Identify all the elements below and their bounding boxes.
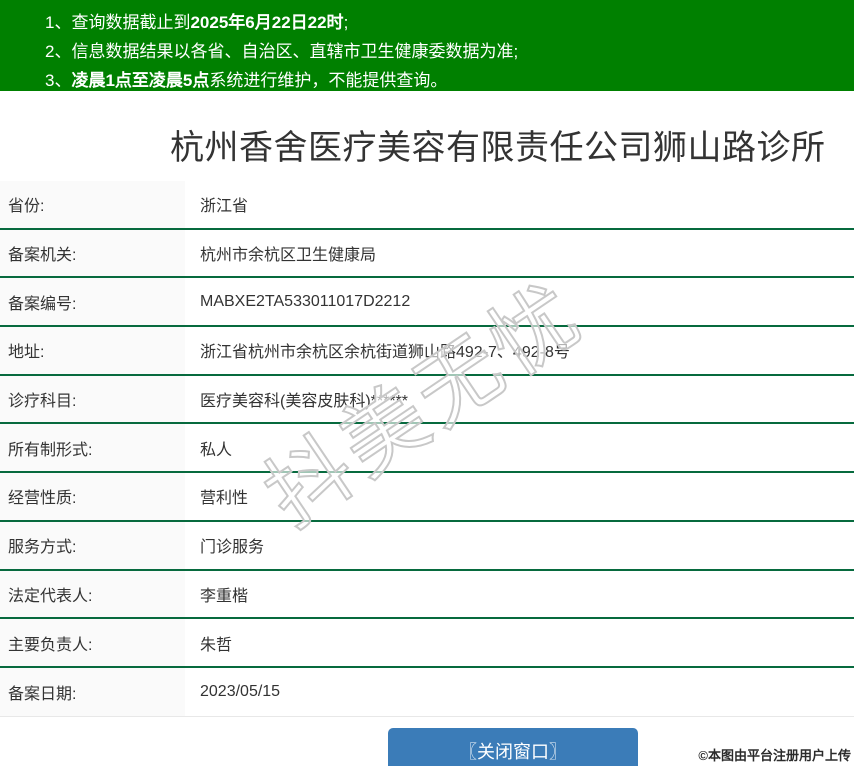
table-row: 法定代表人:李重楷 [0,571,854,620]
field-label: 备案编号: [0,278,185,325]
field-value: 浙江省杭州市余杭区余杭街道狮山路492-7、492-8号 [185,327,854,374]
page-title: 杭州香舍医疗美容有限责任公司狮山路诊所 [170,120,854,169]
table-row: 所有制形式:私人 [0,424,854,473]
field-label: 服务方式: [0,522,185,569]
field-value: MABXE2TA533011017D2212 [185,278,854,325]
table-row: 备案日期:2023/05/15 [0,668,854,717]
field-value: 李重楷 [185,571,854,618]
table-row: 经营性质:营利性 [0,473,854,522]
field-value: 杭州市余杭区卫生健康局 [185,230,854,277]
table-row: 主要负责人:朱哲 [0,619,854,668]
table-row: 备案编号:MABXE2TA533011017D2212 [0,278,854,327]
notice-list: 1、查询数据截止到2025年6月22日22时;2、信息数据结果以各省、自治区、直… [45,8,854,95]
notice-item: 3、凌晨1点至凌晨5点系统进行维护，不能提供查询。 [45,66,854,95]
field-label: 地址: [0,327,185,374]
field-value: 私人 [185,424,854,471]
info-table: 省份:浙江省备案机关:杭州市余杭区卫生健康局备案编号:MABXE2TA53301… [0,181,854,717]
field-label: 法定代表人: [0,571,185,618]
field-label: 备案机关: [0,230,185,277]
field-label: 主要负责人: [0,619,185,666]
notice-item: 2、信息数据结果以各省、自治区、直辖市卫生健康委数据为准; [45,37,854,66]
field-label: 所有制形式: [0,424,185,471]
table-row: 地址:浙江省杭州市余杭区余杭街道狮山路492-7、492-8号 [0,327,854,376]
field-value: 营利性 [185,473,854,520]
field-value: 门诊服务 [185,522,854,569]
field-label: 省份: [0,181,185,228]
field-value: 浙江省 [185,181,854,228]
field-value: 2023/05/15 [185,668,854,716]
field-value: 朱哲 [185,619,854,666]
field-value: 医疗美容科(美容皮肤科)****** [185,376,854,423]
notice-bar: 1、查询数据截止到2025年6月22日22时;2、信息数据结果以各省、自治区、直… [0,0,854,91]
table-row: 服务方式:门诊服务 [0,522,854,571]
close-window-button[interactable]: 〖关闭窗口〗 [388,728,638,766]
upload-credit-label: ©本图由平台注册用户上传 [698,745,851,764]
notice-item: 1、查询数据截止到2025年6月22日22时; [45,8,854,37]
field-label: 经营性质: [0,473,185,520]
table-row: 省份:浙江省 [0,181,854,230]
table-row: 备案机关:杭州市余杭区卫生健康局 [0,230,854,279]
field-label: 备案日期: [0,668,185,716]
field-label: 诊疗科目: [0,376,185,423]
table-row: 诊疗科目:医疗美容科(美容皮肤科)****** [0,376,854,425]
